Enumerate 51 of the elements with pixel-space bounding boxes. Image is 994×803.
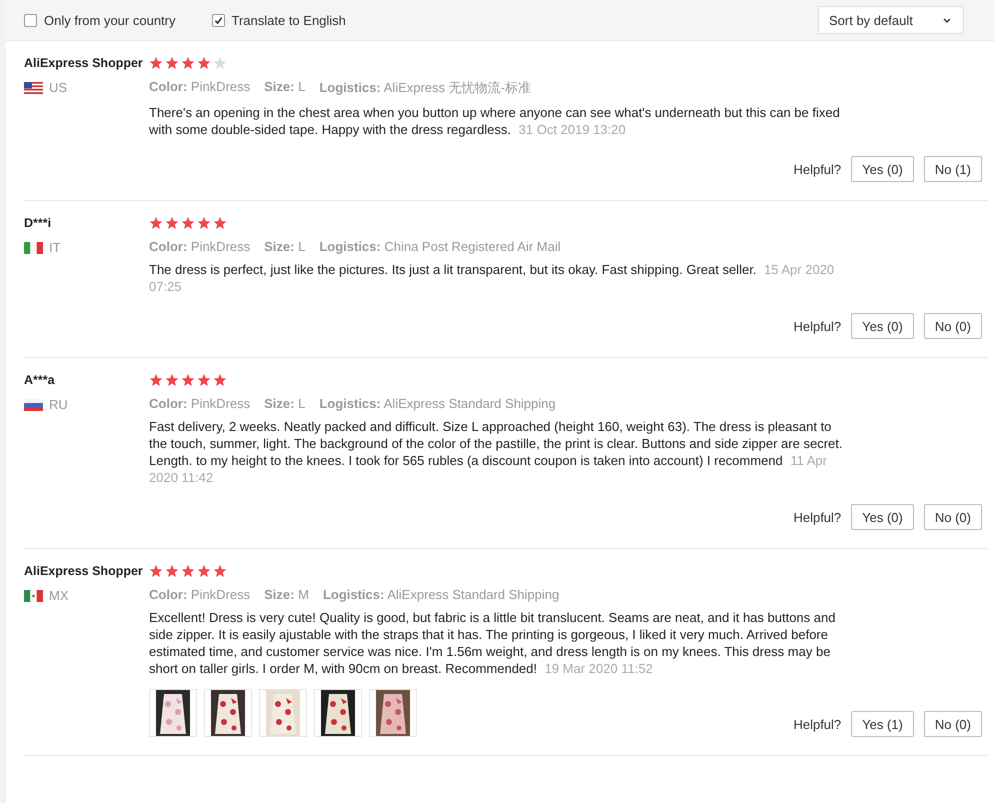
country-code: IT bbox=[49, 240, 61, 255]
yes-button[interactable]: Yes (0) bbox=[851, 156, 914, 182]
yes-button[interactable]: Yes (0) bbox=[851, 313, 914, 339]
review-text: Fast delivery, 2 weeks. Neatly packed and difficult. Size L approached (height 160, weight 63). The dress is pleasant to the touch, summer, light. The background of the color of the pastille, the print is clear. Buttons and side zipper are secret. Length. to my height to the knees. I took for 565 rubles (a discount coupon is taken into account) I recommend 11 Apr 2020 11:42 bbox=[149, 418, 844, 486]
product-detail: Logistics: AliExpress Standard Shipping bbox=[319, 396, 556, 411]
photo-thumbnail[interactable] bbox=[149, 689, 197, 737]
country-code: MX bbox=[49, 588, 68, 603]
yes-button[interactable]: Yes (0) bbox=[851, 504, 914, 530]
photo-thumbnail[interactable] bbox=[204, 689, 252, 737]
reviewer-name: D***i bbox=[24, 216, 52, 230]
product-detail: Color: PinkDress bbox=[149, 587, 250, 602]
no-button[interactable]: No (0) bbox=[924, 504, 982, 530]
country-code: RU bbox=[49, 397, 68, 412]
checkbox-label[interactable]: Only from your country bbox=[44, 12, 176, 28]
sort-dropdown[interactable]: Sort by default bbox=[818, 6, 964, 34]
flag-icon bbox=[24, 242, 43, 254]
checkbox[interactable] bbox=[212, 14, 224, 26]
flag-icon bbox=[24, 590, 43, 602]
photo-thumbnail[interactable] bbox=[369, 689, 417, 737]
reviewer-name: AliExpress Shopper bbox=[24, 564, 144, 578]
photo-thumbnail[interactable] bbox=[314, 689, 362, 737]
photo-thumbnail[interactable] bbox=[259, 689, 307, 737]
helpful-label: Helpful? bbox=[793, 716, 842, 732]
review-text: There's an opening in the chest area when you button up where anyone can see what's underneath but this can be fixed with some double-sided tape. Happy with the dress regardless. 31 Oct 2019 13:20 bbox=[149, 104, 841, 138]
yes-button[interactable]: Yes (1) bbox=[851, 711, 914, 737]
helpful-label: Helpful? bbox=[793, 510, 842, 524]
helpful-label: Helpful? bbox=[793, 162, 842, 176]
checkbox-label[interactable]: Translate to English bbox=[232, 12, 346, 28]
product-detail: Logistics: China Post Registered Air Mail bbox=[319, 239, 561, 254]
reviewer-name: AliExpress Shopper bbox=[24, 56, 144, 70]
country-code: US bbox=[49, 80, 68, 95]
no-button[interactable]: No (0) bbox=[924, 711, 982, 737]
product-detail: Color: PinkDress bbox=[149, 239, 250, 254]
review-text: The dress is perfect, just like the pictures. Its just a lit transparent, but its okay. Fast shipping. Great seller. 15 Apr 2020 07:25 bbox=[149, 261, 836, 295]
no-button[interactable]: No (0) bbox=[924, 313, 982, 339]
product-detail: Size: M bbox=[264, 587, 309, 602]
review-text: Excellent! Dress is very cute! Quality is good, but fabric is a little bit translucent. Seams are neat, and it has buttons and side zipper. It is easily ajustable with the straps that it has. The printing is gorgeous, I liked it very much. Arrived before estimated time, and customer service was nice. I'm 1.56m weight, and dress length is on my knees. This dress may be short on taller girls. I order M, with 90cm on breast. Recommended! 19 Mar 2020 11:52 bbox=[149, 609, 836, 677]
no-button[interactable]: No (1) bbox=[924, 156, 982, 182]
product-detail: Color: PinkDress bbox=[149, 396, 250, 411]
product-detail: Color: PinkDress bbox=[149, 79, 250, 96]
product-detail: Size: L bbox=[264, 396, 306, 411]
product-detail: Size: L bbox=[264, 239, 306, 254]
helpful-label: Helpful? bbox=[793, 318, 842, 334]
flag-icon bbox=[24, 398, 43, 410]
product-detail: Logistics: AliExpress 无忧物流-标准 bbox=[319, 79, 531, 97]
product-detail: Logistics: AliExpress Standard Shipping bbox=[322, 587, 560, 602]
caret-icon bbox=[943, 18, 951, 22]
flag-icon bbox=[24, 82, 43, 94]
checkbox[interactable] bbox=[24, 14, 37, 26]
product-detail: Size: L bbox=[264, 79, 306, 96]
reviewer-name: A***a bbox=[24, 373, 56, 387]
